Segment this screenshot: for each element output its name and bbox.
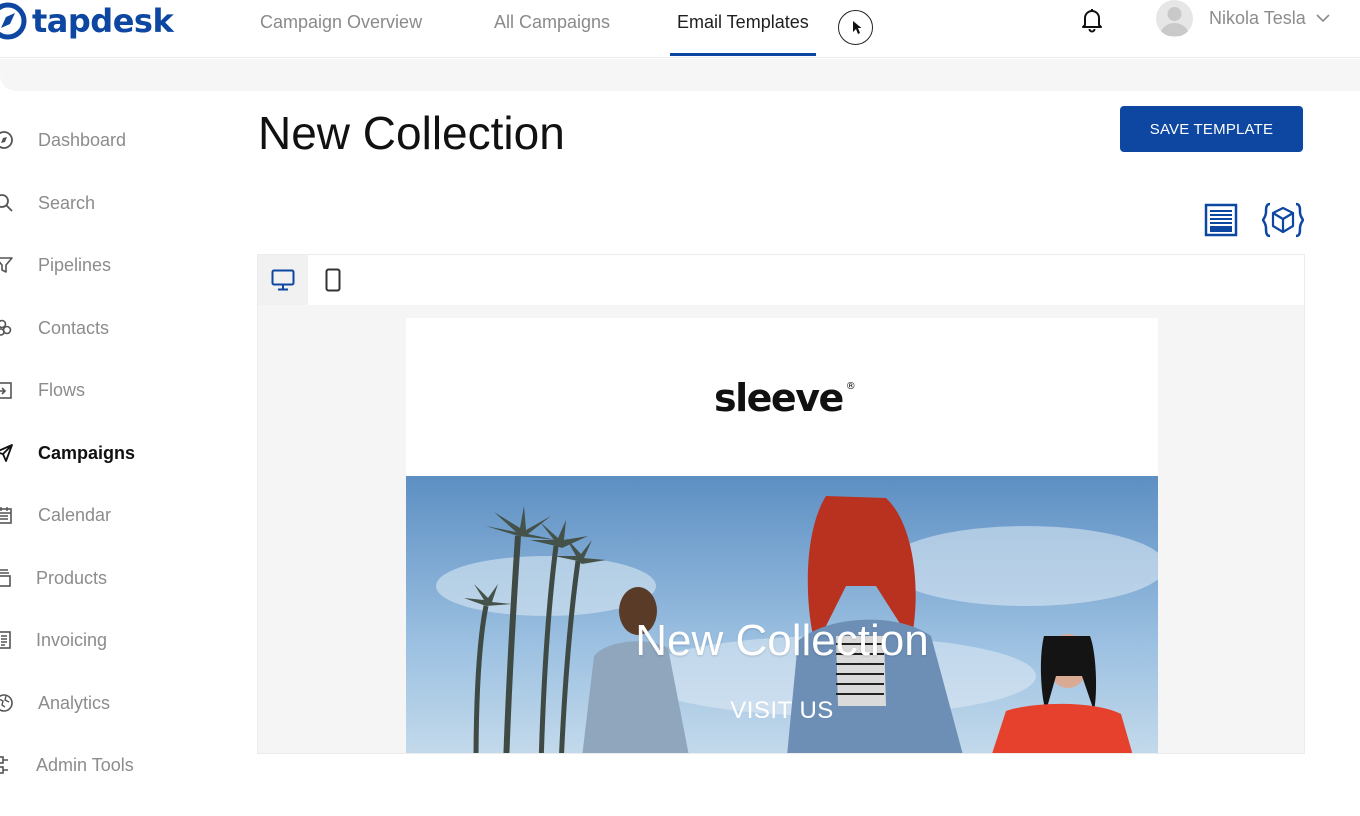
tab-all-campaigns[interactable]: All Campaigns xyxy=(494,0,677,58)
hero-title[interactable]: New Collection xyxy=(406,616,1158,666)
sidebar-item-label: Calendar xyxy=(38,505,112,525)
notification-bell-icon[interactable] xyxy=(1080,6,1104,34)
tab-email-templates[interactable]: Email Templates xyxy=(670,0,816,58)
tapdesk-logo-icon xyxy=(0,2,27,40)
layout-icon[interactable] xyxy=(1204,203,1238,237)
email-canvas: sleeve ® New Collection VISIT US xyxy=(406,318,1158,753)
save-template-button[interactable]: SAVE TEMPLATE xyxy=(1120,106,1303,152)
sidebar-item-label: Contacts xyxy=(38,318,110,338)
search-icon xyxy=(0,194,13,212)
mobile-view-button[interactable] xyxy=(308,255,358,305)
email-hero-block[interactable]: New Collection VISIT US xyxy=(406,476,1158,753)
avatar xyxy=(1156,0,1193,37)
user-menu[interactable]: Nikola Tesla xyxy=(1156,0,1330,37)
calendar-icon xyxy=(0,507,12,524)
tab-campaign-overview[interactable]: Campaign Overview xyxy=(260,0,494,58)
brand-name: tapdesk xyxy=(32,2,174,40)
page-title: New Collection xyxy=(258,107,565,159)
device-switcher xyxy=(258,255,1304,305)
globe-icon xyxy=(0,694,13,712)
sleeve-logo: sleeve ® xyxy=(714,376,856,420)
sub-header-strip xyxy=(0,59,1360,91)
brand-logo[interactable]: tapdesk xyxy=(0,0,174,42)
invoice-icon xyxy=(0,631,11,649)
top-nav: Campaign Overview All Campaigns Email Te… xyxy=(260,0,816,58)
flows-icon xyxy=(0,382,12,399)
sidebar-item-label: Flows xyxy=(38,380,86,400)
sidebar-item-label: Admin Tools xyxy=(36,755,134,775)
funnel-icon xyxy=(0,257,13,273)
products-icon xyxy=(0,569,11,587)
desktop-icon xyxy=(271,269,295,291)
sidebar-item-label: Dashboard xyxy=(38,130,127,150)
mouse-cursor xyxy=(838,10,873,45)
chevron-down-icon xyxy=(1316,14,1330,23)
admin-icon xyxy=(0,756,8,774)
compass-icon xyxy=(0,131,13,149)
sidebar-item-label: Invoicing xyxy=(36,630,108,650)
contacts-icon xyxy=(0,319,12,336)
code-block-icon[interactable] xyxy=(1262,202,1304,238)
email-header-block[interactable]: sleeve ® xyxy=(406,318,1158,476)
template-editor: sleeve ® New Collection VISIT US xyxy=(257,254,1305,754)
mobile-icon xyxy=(325,268,341,292)
sidebar-item-label: Search xyxy=(38,193,96,213)
top-bar: tapdesk Campaign Overview All Campaigns … xyxy=(0,0,1360,58)
sidebar-item-label: Products xyxy=(36,568,108,588)
sidebar-item-label: Pipelines xyxy=(38,255,112,275)
sidebar-item-label: Campaigns xyxy=(38,443,136,463)
user-name: Nikola Tesla xyxy=(1209,7,1306,28)
desktop-view-button[interactable] xyxy=(258,255,308,305)
paper-plane-icon xyxy=(0,444,13,462)
visit-us-link[interactable]: VISIT US xyxy=(406,697,1158,725)
sidebar-item-label: Analytics xyxy=(38,693,111,713)
